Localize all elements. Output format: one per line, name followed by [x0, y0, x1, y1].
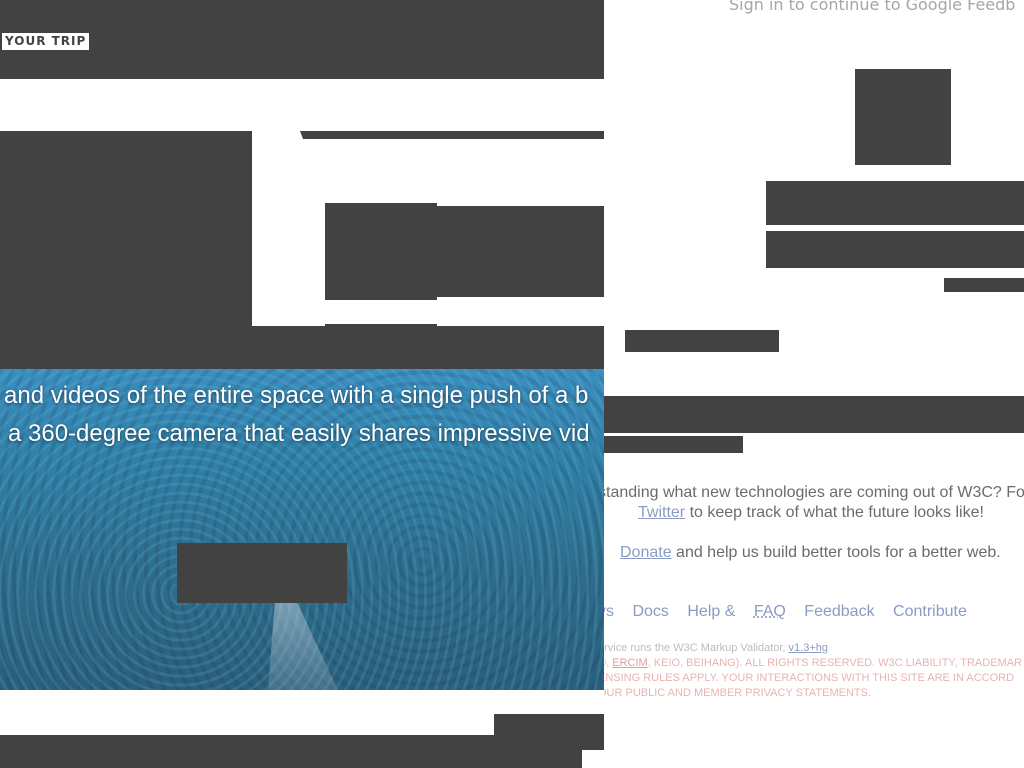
- left-panel: YOUR TRIP and videos of the entire space…: [0, 0, 604, 768]
- ercim-link[interactable]: ERCIM: [612, 657, 647, 669]
- footer-nav-feedback[interactable]: Feedback: [804, 603, 874, 620]
- w3c-donate-text: Donate and help us build better tools fo…: [620, 544, 1001, 562]
- copyright-rest: , KEIO, BEIHANG). ALL RIGHTS RESERVED. W…: [647, 657, 1022, 669]
- licensing-line: ENSING RULES APPLY. YOUR INTERACTIONS WI…: [604, 672, 1015, 684]
- footer-nav-docs[interactable]: Docs: [632, 603, 668, 620]
- left-image-block: [0, 131, 252, 330]
- footer-nav-contribute[interactable]: Contribute: [893, 603, 967, 620]
- top-banner-block: [0, 0, 604, 79]
- w3c-subbanner-block: [604, 436, 743, 453]
- content-strip-block: [0, 326, 604, 369]
- copyright-line: ©, ERCIM, KEIO, BEIHANG). ALL RIGHTS RES…: [604, 657, 1022, 669]
- validator-version-prefix: ervice runs the W3C Markup Validator,: [604, 642, 789, 654]
- hero-cta-button[interactable]: [177, 543, 347, 603]
- account-avatar-block: [855, 69, 951, 165]
- twitter-link[interactable]: Twitter: [638, 504, 685, 521]
- footer-nav-news[interactable]: vs: [604, 603, 614, 620]
- forgot-link-block[interactable]: [944, 278, 1024, 292]
- copyright-prefix: ©,: [604, 657, 610, 669]
- hero-text-line-2: a 360-degree camera that easily shares i…: [8, 420, 590, 447]
- right-panel: Sign in to continue to Google Feedb stan…: [604, 0, 1024, 768]
- your-trip-label: YOUR TRIP: [2, 33, 90, 50]
- w3c-donate-text-rest: and help us build better tools for a bet…: [671, 544, 1001, 561]
- w3c-promo-text-line-2-rest: to keep track of what the future looks l…: [685, 504, 984, 521]
- footer-nav-help[interactable]: Help & FAQ: [687, 603, 785, 620]
- content-strip-tab: [325, 324, 437, 328]
- footer-nav-help-label: Help &: [687, 603, 740, 620]
- donate-link[interactable]: Donate: [620, 544, 672, 561]
- thumbnail-block[interactable]: [325, 203, 437, 300]
- title-underline: [300, 131, 604, 139]
- w3c-banner-block: [604, 396, 1024, 433]
- footer-nav-faq: FAQ: [753, 603, 786, 620]
- signin-subtitle: Sign in to continue to Google Feedb: [729, 0, 1016, 14]
- validator-version-note: ervice runs the W3C Markup Validator, v1…: [604, 642, 828, 654]
- hero-text-line-1: and videos of the entire space with a si…: [4, 382, 589, 409]
- email-input-block[interactable]: [766, 181, 1024, 225]
- next-button-block[interactable]: [625, 330, 779, 352]
- w3c-promo-text-line-1: standing what new technologies are comin…: [604, 484, 1024, 501]
- privacy-line: OUR PUBLIC AND MEMBER PRIVACY STATEMENTS…: [604, 687, 872, 699]
- version-link[interactable]: v1.3+hg: [789, 642, 828, 654]
- w3c-promo-text-line-2: Twitter to keep track of what the future…: [638, 504, 984, 522]
- footer-nav: vs Docs Help & FAQ Feedback Contribute: [604, 603, 981, 621]
- bottom-bar-block-lower: [0, 748, 582, 768]
- bottom-bar-block: [0, 735, 604, 748]
- thumbnail-text-block: [437, 206, 604, 297]
- password-input-block[interactable]: [766, 231, 1024, 268]
